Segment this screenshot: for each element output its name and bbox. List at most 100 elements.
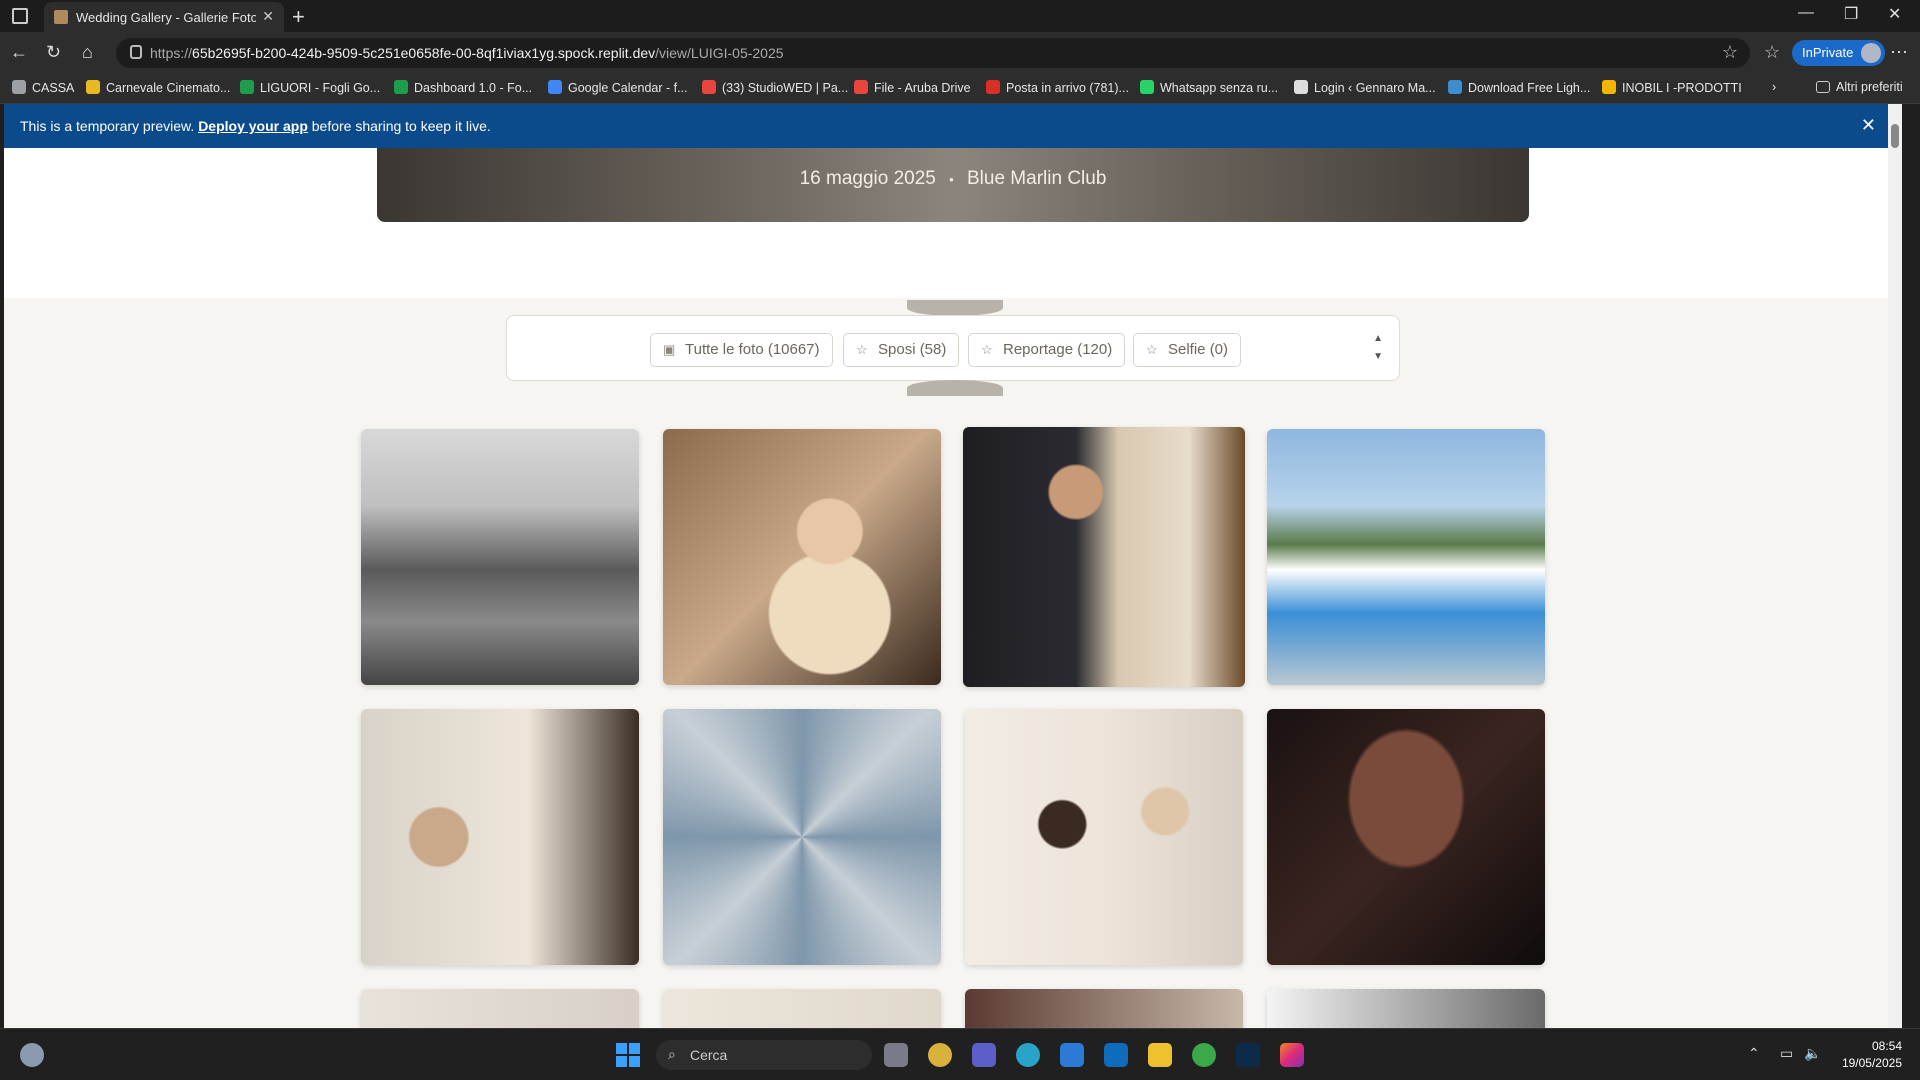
more-menu-icon[interactable]: ⋯ bbox=[1890, 42, 1908, 63]
window-menu-icon[interactable] bbox=[12, 8, 28, 24]
folder-icon bbox=[1816, 81, 1830, 93]
inprivate-button[interactable]: InPrivate bbox=[1792, 40, 1886, 66]
bookmark-label: Download Free Ligh... bbox=[1468, 81, 1591, 95]
weather-icon[interactable] bbox=[20, 1043, 44, 1067]
hero-section: 16 maggio 2025 • Blue Marlin Club bbox=[4, 148, 1902, 298]
restore-icon[interactable]: ❐ bbox=[1844, 4, 1858, 24]
avatar bbox=[1861, 43, 1882, 63]
bookmark-label: (33) StudioWED | Pa... bbox=[722, 81, 849, 95]
bookmark-favicon-icon bbox=[854, 80, 868, 94]
star-icon: ☆ bbox=[856, 342, 868, 357]
app-icon[interactable] bbox=[928, 1043, 952, 1067]
gallery-photo[interactable] bbox=[663, 989, 941, 1028]
event-separator: • bbox=[949, 172, 954, 187]
banner-text: This is a temporary preview. Deploy your… bbox=[20, 118, 491, 134]
filter-button[interactable]: ☆ Reportage (120) bbox=[968, 333, 1126, 367]
deploy-link[interactable]: Deploy your app bbox=[198, 118, 308, 134]
image-icon: ▣ bbox=[663, 342, 676, 357]
gallery-photo[interactable] bbox=[1267, 429, 1545, 685]
bookmark-item[interactable]: Posta in arrivo (781)... bbox=[986, 80, 1129, 95]
favorite-star-icon[interactable]: ☆ bbox=[1722, 42, 1738, 63]
teams-icon[interactable] bbox=[972, 1043, 996, 1067]
filter-scroll-arrows[interactable]: ▲ ▼ bbox=[1373, 330, 1383, 366]
bookmark-item[interactable]: CASSA bbox=[12, 80, 74, 95]
bookmark-favicon-icon bbox=[702, 80, 716, 94]
bookmark-item[interactable]: Download Free Ligh... bbox=[1448, 80, 1590, 95]
gallery-photo[interactable] bbox=[361, 709, 639, 965]
volume-icon[interactable]: 🔈 bbox=[1804, 1045, 1821, 1062]
scrollbar-thumb[interactable] bbox=[1891, 124, 1899, 148]
search-icon: ⌕ bbox=[668, 1046, 676, 1062]
bookmark-item[interactable]: LIGUORI - Fogli Go... bbox=[240, 80, 380, 95]
reload-icon[interactable]: ↻ bbox=[46, 42, 61, 63]
tray-chevron-icon[interactable]: ⌃ bbox=[1748, 1045, 1760, 1062]
bookmark-item[interactable]: Carnevale Cinemato... bbox=[86, 80, 230, 95]
other-favorites[interactable]: Altri preferiti bbox=[1816, 80, 1903, 94]
bookmark-item[interactable]: File - Aruba Drive bbox=[854, 80, 971, 95]
close-window-icon[interactable]: ✕ bbox=[1888, 4, 1901, 24]
filter-button[interactable]: ▣ Tutte le foto (10667) bbox=[650, 333, 833, 367]
filter-label: Tutte le foto (10667) bbox=[685, 341, 820, 358]
gallery-photo[interactable] bbox=[965, 709, 1243, 965]
gallery-photo[interactable] bbox=[361, 429, 639, 685]
gallery-photo[interactable] bbox=[1267, 709, 1545, 965]
bookmark-item[interactable]: Dashboard 1.0 - Fo... bbox=[394, 80, 532, 95]
bookmark-favicon-icon bbox=[986, 80, 1000, 94]
instagram-icon[interactable] bbox=[1280, 1043, 1304, 1067]
network-icon[interactable]: ▭ bbox=[1780, 1045, 1793, 1062]
bookmark-item[interactable]: Google Calendar - f... bbox=[548, 80, 688, 95]
filter-notch-top bbox=[907, 300, 1003, 316]
gallery-photo[interactable] bbox=[963, 427, 1245, 687]
store-icon[interactable] bbox=[1060, 1043, 1084, 1067]
bookmark-label: Whatsapp senza ru... bbox=[1160, 81, 1279, 95]
file-explorer-icon[interactable] bbox=[1148, 1043, 1172, 1067]
tab-title: Wedding Gallery - Gallerie Fotogr bbox=[76, 10, 256, 25]
gallery-photo[interactable] bbox=[361, 989, 639, 1028]
edge-icon[interactable] bbox=[1016, 1043, 1040, 1067]
bookmark-item[interactable]: Whatsapp senza ru... bbox=[1140, 80, 1278, 95]
lightroom-icon[interactable] bbox=[1236, 1043, 1260, 1067]
filter-bar: ▲ ▼ ▣ Tutte le foto (10667) ☆ Sposi (58) ☆ Rep… bbox=[506, 315, 1400, 381]
start-icon[interactable] bbox=[616, 1043, 640, 1067]
event-venue: Blue Marlin Club bbox=[967, 168, 1107, 189]
bookmark-item[interactable]: INOBIL I -PRODOTTI bbox=[1602, 80, 1742, 95]
gallery-photo[interactable] bbox=[1267, 989, 1545, 1028]
filter-button[interactable]: ☆ Sposi (58) bbox=[843, 333, 960, 367]
page-scrollbar[interactable] bbox=[1888, 104, 1902, 1028]
bookmark-label: INOBIL I -PRODOTTI bbox=[1622, 81, 1742, 95]
gallery-photo[interactable] bbox=[965, 989, 1243, 1028]
bookmark-label: CASSA bbox=[32, 81, 75, 95]
minimize-icon[interactable]: — bbox=[1798, 4, 1814, 22]
address-bar[interactable]: https://65b2695f-b200-424b-9509-5c251e06… bbox=[116, 38, 1750, 68]
back-icon[interactable]: ← bbox=[10, 42, 28, 63]
gallery-photo[interactable] bbox=[663, 709, 941, 965]
bookmark-favicon-icon bbox=[240, 80, 254, 94]
filter-button[interactable]: ☆ Selfie (0) bbox=[1133, 333, 1242, 367]
taskbar-search[interactable]: ⌕ Cerca bbox=[656, 1040, 872, 1070]
bookmarks-bar: CASSA Carnevale Cinemato... LIGUORI - Fogl… bbox=[0, 74, 1920, 104]
task-view-icon[interactable] bbox=[884, 1043, 908, 1067]
bookmark-label: File - Aruba Drive bbox=[874, 81, 971, 95]
bookmark-favicon-icon bbox=[1294, 80, 1308, 94]
favorites-icon[interactable]: ☆ bbox=[1764, 42, 1780, 63]
bookmark-favicon-icon bbox=[1448, 80, 1462, 94]
bookmark-favicon-icon bbox=[12, 80, 26, 94]
chrome-icon[interactable] bbox=[1192, 1043, 1216, 1067]
bookmark-label: Dashboard 1.0 - Fo... bbox=[414, 81, 533, 95]
gallery-photo[interactable] bbox=[663, 429, 941, 685]
bookmark-favicon-icon bbox=[1602, 80, 1616, 94]
bookmark-item[interactable]: (33) StudioWED | Pa... bbox=[702, 80, 848, 95]
new-tab-icon[interactable]: + bbox=[292, 4, 305, 30]
browser-tab[interactable]: Wedding Gallery - Gallerie Fotogr ✕ bbox=[44, 2, 284, 32]
home-icon[interactable]: ⌂ bbox=[82, 42, 93, 63]
url-text[interactable]: https://65b2695f-b200-424b-9509-5c251e06… bbox=[150, 45, 784, 61]
outlook-icon[interactable] bbox=[1104, 1043, 1128, 1067]
bookmark-item[interactable]: Login ‹ Gennaro Ma... bbox=[1294, 80, 1436, 95]
bookmarks-overflow-icon[interactable]: › bbox=[1772, 80, 1776, 94]
tab-close-icon[interactable]: ✕ bbox=[262, 8, 274, 25]
system-clock[interactable]: 08:54 19/05/2025 bbox=[1842, 1038, 1902, 1072]
hero-image: 16 maggio 2025 • Blue Marlin Club bbox=[377, 148, 1529, 222]
site-info-icon[interactable] bbox=[130, 45, 142, 59]
banner-close-icon[interactable]: ✕ bbox=[1861, 115, 1876, 136]
page-content: This is a temporary preview. Deploy your… bbox=[4, 104, 1902, 1028]
